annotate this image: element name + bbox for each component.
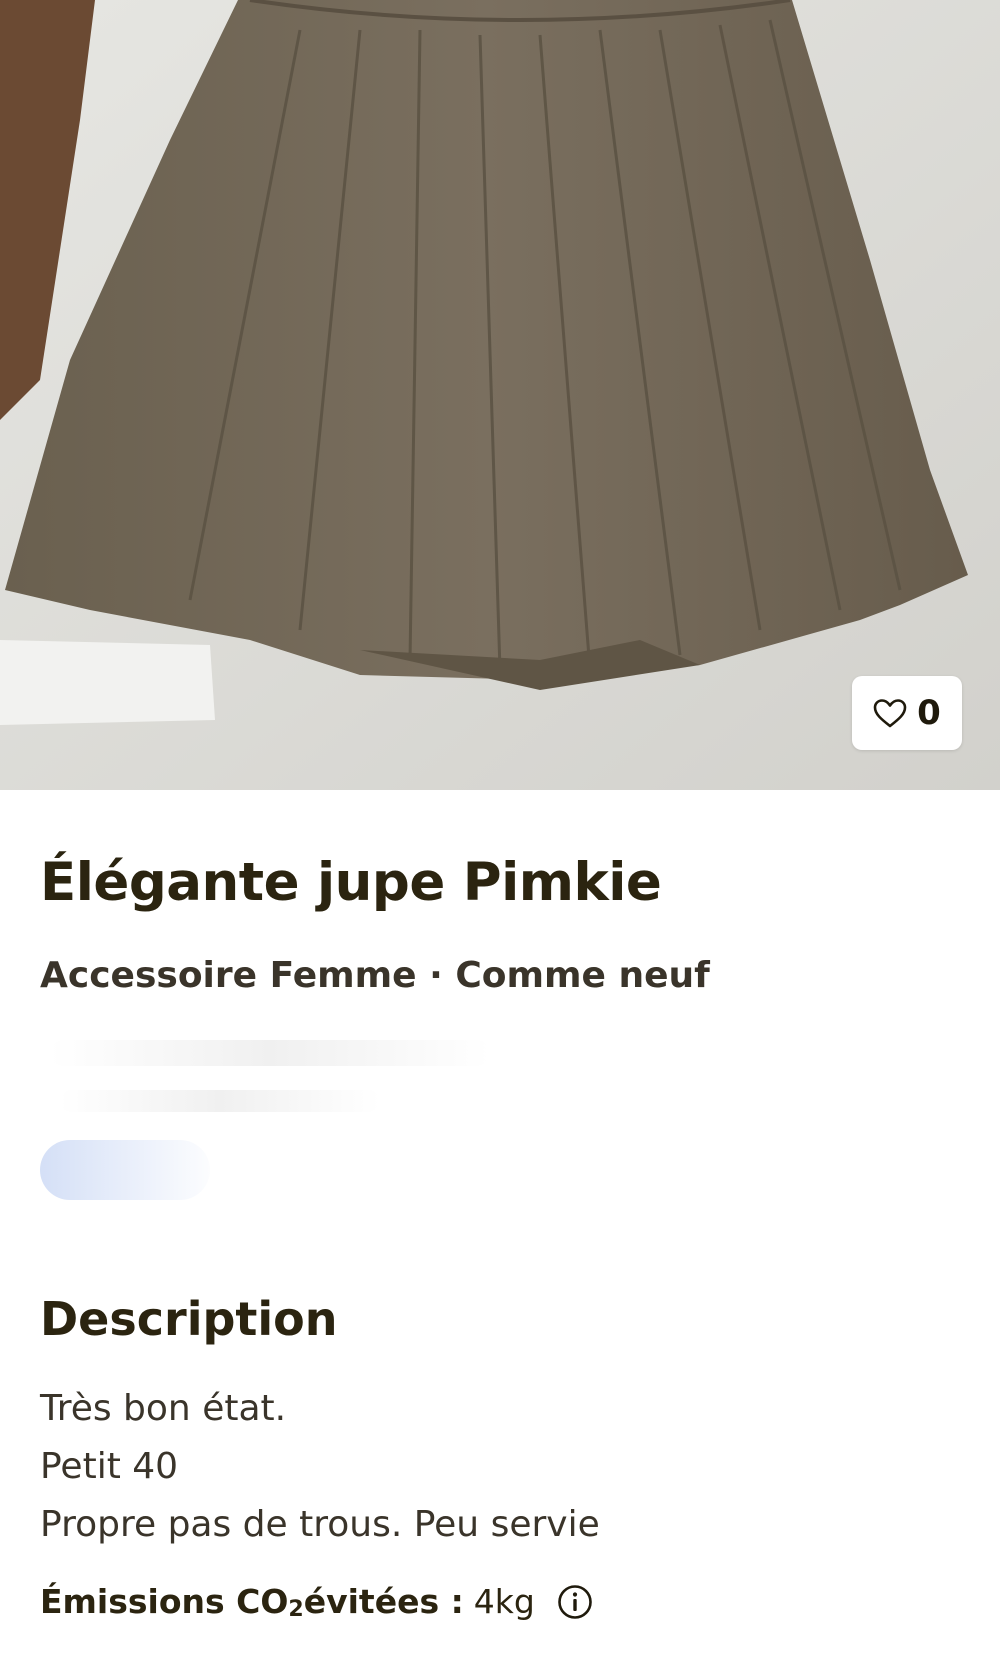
emissions-label-sub: 2 [288,1597,304,1622]
like-count: 0 [917,693,941,733]
listing-category-condition: Accessoire Femme · Comme neuf [40,955,710,996]
redacted-area [30,1020,530,1230]
description-line: Propre pas de trous. Peu servie [40,1504,600,1545]
emissions-value: 4kg [473,1582,535,1621]
description-heading: Description [40,1292,338,1346]
product-photo[interactable]: 0 [0,0,1000,790]
emissions-label-suffix: évitées : [303,1582,464,1621]
co2-emissions: Émissions CO 2 évitées : 4kg [40,1582,593,1622]
description-line: Très bon état. [40,1388,287,1429]
emissions-label-prefix: Émissions CO [40,1582,289,1621]
heart-icon [873,699,907,728]
like-button[interactable]: 0 [852,676,962,750]
description-text: Très bon état. Petit 40 Propre pas de tr… [40,1380,600,1554]
listing-title: Élégante jupe Pimkie [40,852,662,913]
description-line: Petit 40 [40,1446,179,1487]
info-icon[interactable] [557,1584,593,1620]
skirt-image [0,0,1000,790]
